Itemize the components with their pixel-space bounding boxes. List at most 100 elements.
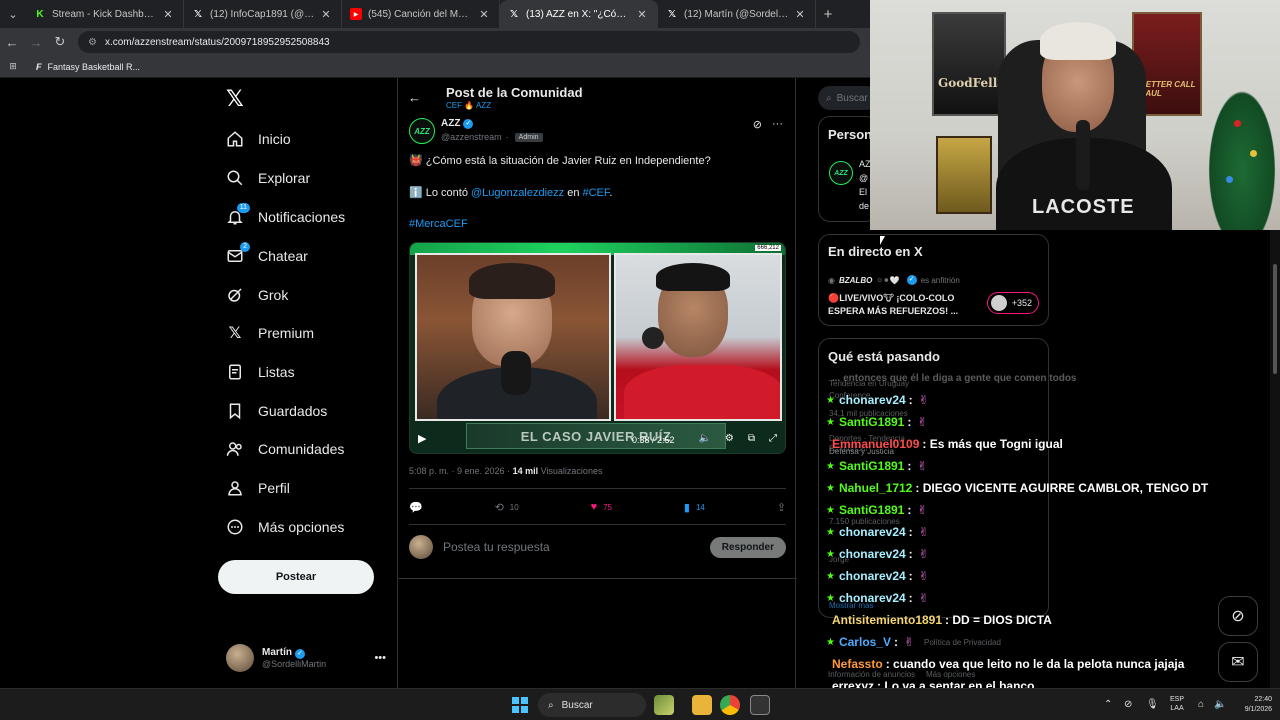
chat-username[interactable]: Antisitemiento1891 <box>832 613 942 627</box>
browser-tab[interactable]: 𝕏 (12) InfoCap1891 (@InfoCap_1891) ✕ <box>184 0 342 28</box>
bookmark-item[interactable]: F Fantasy Basketball R... <box>36 62 140 72</box>
chat-username[interactable]: Nefassto <box>832 657 883 671</box>
reply-button[interactable]: 💬 <box>409 501 423 514</box>
pip-icon[interactable]: ⧉ <box>748 433 755 444</box>
chevron-up-icon[interactable]: ⌃ <box>1104 699 1112 710</box>
chat-username[interactable]: SantiG1891 <box>839 415 904 429</box>
scrollbar-thumb[interactable] <box>1273 264 1277 374</box>
post-button[interactable]: Postear <box>218 560 374 594</box>
close-icon[interactable]: ✕ <box>477 8 491 21</box>
account-switcher[interactable]: Martín ✓ @SordelliMartin ••• <box>226 642 386 674</box>
taskbar-search[interactable]: ⌕ Buscar <box>538 693 646 717</box>
nav-item-home[interactable]: Inicio <box>226 124 291 154</box>
author-handle[interactable]: @azzenstream <box>441 132 502 142</box>
clock[interactable]: 22:40 9/1/2026 <box>1232 695 1272 715</box>
volume-icon[interactable]: 🔈 <box>698 433 710 444</box>
forward-icon[interactable]: → <box>24 35 48 50</box>
site-info-icon[interactable]: ⚙ <box>88 37 97 48</box>
messages-button[interactable]: ✉ <box>1218 642 1258 682</box>
nav-item-more[interactable]: Más opciones <box>226 512 344 542</box>
nav-item-grok[interactable]: Grok <box>226 280 288 310</box>
bookmark-button[interactable]: ▮ 14 <box>684 501 705 514</box>
browser-tab[interactable]: 𝕏 (12) Martín (@SordelliMartin) / X ✕ <box>658 0 816 28</box>
hashtag-link[interactable]: #CEF <box>583 187 610 199</box>
avatar[interactable]: AZZ <box>829 161 853 185</box>
chat-message: ★ chonarev24: ✌ <box>826 544 931 564</box>
url-field[interactable]: ⚙ x.com/azzenstream/status/2009718952952… <box>78 31 860 53</box>
post-timestamp[interactable]: 5:08 p. m. · 9 ene. 2026 · <box>409 466 513 476</box>
nav-item-premium[interactable]: 𝕏 Premium <box>226 318 314 348</box>
play-icon[interactable]: ▶ <box>418 432 426 445</box>
browser-tab[interactable]: ▶ (545) Canción del Mariachi (Mariachi) … <box>342 0 500 28</box>
close-icon[interactable]: ✕ <box>793 8 807 21</box>
chat-username[interactable]: chonarev24 <box>839 393 906 407</box>
nav-item-lists[interactable]: Listas <box>226 357 295 387</box>
chat-username[interactable]: chonarev24 <box>839 525 906 539</box>
heart-icon: ♥ <box>590 501 598 513</box>
live-host-suffix: es anfitrión <box>920 275 960 285</box>
back-icon[interactable]: ← <box>0 35 24 50</box>
retweet-button[interactable]: ⟲ 10 <box>495 501 519 514</box>
like-button[interactable]: ♥ 75 <box>591 501 612 513</box>
chat-username[interactable]: SantiG1891 <box>839 503 904 517</box>
close-icon[interactable]: ✕ <box>161 8 175 21</box>
chat-username[interactable]: chonarev24 <box>839 547 906 561</box>
close-icon[interactable]: ✕ <box>635 8 649 21</box>
chat-username[interactable]: Carlos_V <box>839 635 891 649</box>
chat-username[interactable]: chonarev24 <box>839 569 906 583</box>
chat-username[interactable]: Emmanuel0109 <box>832 437 919 451</box>
community-name[interactable]: CEF 🔥 AZZ <box>446 101 491 110</box>
fullscreen-icon[interactable]: ⤢ <box>769 433 777 444</box>
footer-link[interactable]: Política de Privacidad <box>924 638 1001 647</box>
reply-input[interactable]: Postea tu respuesta <box>443 540 710 554</box>
x-logo-icon[interactable]: 𝕏 <box>226 88 248 110</box>
nav-item-notifications[interactable]: 11 Notificaciones <box>226 202 345 232</box>
browser-tab-active[interactable]: 𝕏 (13) AZZ en X: "¿Cómo está la situació… <box>500 0 658 28</box>
live-listeners-pill[interactable]: +352 <box>987 292 1039 314</box>
share-button[interactable]: ⇪ <box>777 501 786 514</box>
chat-badge-icon: ★ <box>826 548 835 560</box>
hashtag-link[interactable]: #MercaCEF <box>409 218 468 230</box>
nav-item-explore[interactable]: Explorar <box>226 163 310 193</box>
reload-icon[interactable]: ↻ <box>48 34 72 50</box>
video-player[interactable]: 666,212 EL CASO JAVIER RUÍZ ▶ 0:38 / 2:5… <box>409 242 786 454</box>
network-icon[interactable]: ⊘ <box>1124 699 1132 710</box>
close-icon[interactable]: ✕ <box>319 8 333 21</box>
mic-icon[interactable]: 🎙 <box>1146 699 1159 710</box>
listener-count: +352 <box>1011 298 1032 308</box>
chat-username[interactable]: Nahuel_1712 <box>839 481 912 495</box>
nav-item-profile[interactable]: Perfil <box>226 473 290 503</box>
chat-username[interactable]: chonarev24 <box>839 591 906 605</box>
taskbar-app-icon[interactable] <box>654 695 674 715</box>
language-indicator[interactable]: ESP LAA <box>1170 695 1184 713</box>
start-button[interactable] <box>512 697 528 713</box>
nav-item-communities[interactable]: Comunidades <box>226 434 344 464</box>
file-explorer-icon[interactable] <box>692 695 712 715</box>
new-tab-button[interactable]: + <box>816 6 840 23</box>
browser-tab[interactable]: K Stream - Kick Dashboard ✕ <box>26 0 184 28</box>
chat-username[interactable]: SantiG1891 <box>839 459 904 473</box>
volume-icon[interactable]: 🔈 <box>1214 699 1226 710</box>
search-input[interactable]: ⌕ Buscar <box>818 86 878 110</box>
more-dots-icon[interactable]: ··· <box>772 118 783 131</box>
taskbar-app-icon[interactable] <box>750 695 770 715</box>
clock-date: 9/1/2026 <box>1244 706 1272 713</box>
mention-link[interactable]: @Lugonzalezdiezz <box>471 187 564 199</box>
back-arrow-icon[interactable]: ← <box>408 90 421 105</box>
nav-item-chat[interactable]: 2 Chatear <box>226 241 308 271</box>
more-dots-icon[interactable]: ••• <box>374 652 386 664</box>
scrollbar[interactable] <box>1270 230 1280 688</box>
live-panel[interactable]: En directo en X ◉ BZALBO ⚪⚫🤍 ✓ es anfitr… <box>818 234 1049 326</box>
author-avatar[interactable]: AZZ <box>409 118 435 144</box>
people-icon <box>226 440 244 458</box>
author-name-row[interactable]: AZZ ✓ <box>441 118 474 129</box>
grok-button[interactable]: ⊘ <box>1218 596 1258 636</box>
nav-item-bookmarks[interactable]: Guardados <box>226 396 327 426</box>
settings-icon[interactable]: ⚙ <box>725 433 734 444</box>
chrome-icon[interactable] <box>720 695 740 715</box>
apps-icon[interactable]: ⊞ <box>0 61 26 72</box>
grok-icon[interactable]: ⊘ <box>753 118 762 131</box>
wifi-icon[interactable]: ⌂ <box>1198 699 1204 710</box>
tab-search-icon[interactable]: ⌄ <box>0 0 26 28</box>
reply-button[interactable]: Responder <box>709 536 786 558</box>
